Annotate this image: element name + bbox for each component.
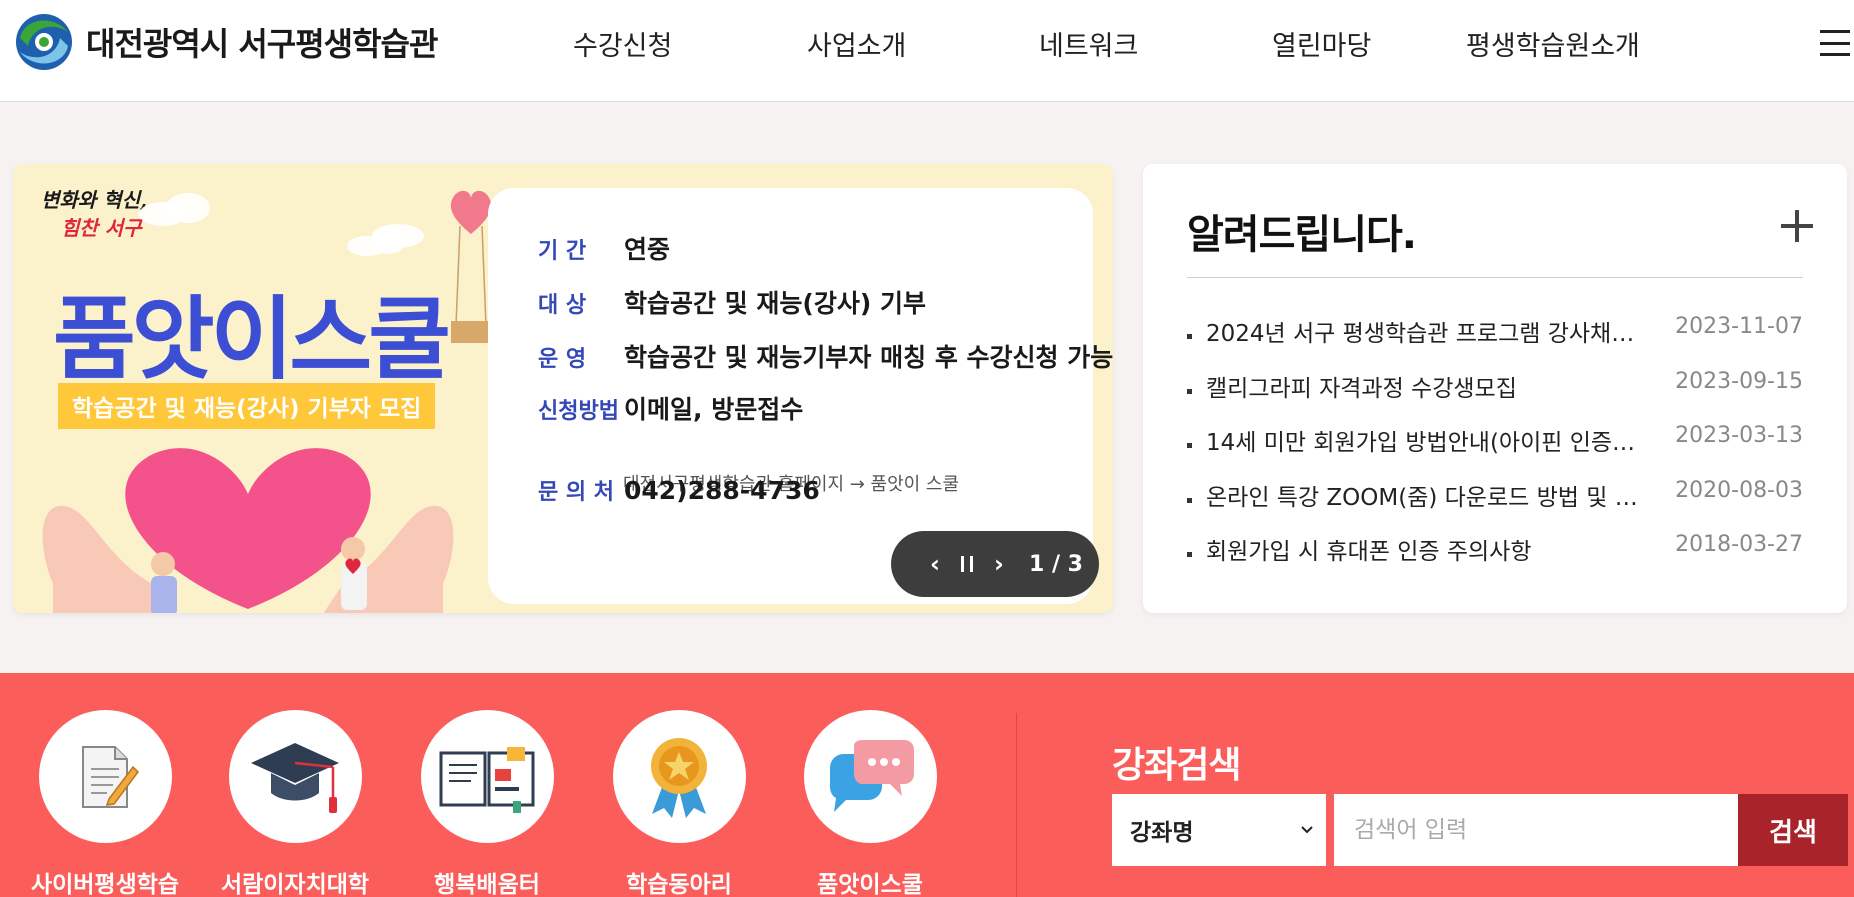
search-type-value: 강좌명 [1130,820,1194,846]
menu-icon[interactable] [1820,30,1850,56]
bullet-icon [1187,497,1192,503]
bullet-icon [1187,334,1192,339]
chevron-down-icon [1301,826,1313,834]
pause-icon[interactable] [951,548,983,580]
notice-item[interactable]: 회원가입 시 휴대폰 인증 주의사항 2018-03-27 [1187,532,1803,587]
quick-link-label: 서람이자치대학 [220,872,370,897]
nav-item-network[interactable]: 네트워크 [1039,24,1138,63]
document-icon [82,745,139,808]
notice-item-date: 2018-03-27 [1675,532,1803,557]
quick-link-pumasi-school[interactable]: 품앗이스쿨 [780,710,960,897]
promo-banner[interactable]: 변화와 혁신, 힘찬 서구 품앗이스쿨 학습공간 및 재능(강사) 기부자 모집… [13,164,1113,613]
bullet-icon [1187,552,1192,557]
notice-item-date: 2023-11-07 [1675,314,1803,339]
info-key: 문 의 처 [538,480,615,505]
info-value: 042)288-4736 [624,476,820,505]
slide-counter: 1 / 3 [1029,551,1083,577]
nav-item-business-intro[interactable]: 사업소개 [807,24,906,63]
more-plus-icon[interactable] [1779,208,1815,244]
info-value: 이메일, 방문접수 [624,395,804,424]
info-key: 대 상 [538,293,587,318]
notice-panel: 알려드립니다. 2024년 서구 평생학습관 프로그램 강사채용 공고 2023… [1143,164,1847,613]
band-divider [1016,713,1017,897]
notice-item-date: 2023-03-13 [1675,423,1803,448]
bullet-icon [1187,443,1192,448]
graduation-cap-icon [251,742,339,813]
notice-item-title: 온라인 특강 ZOOM(줌) 다운로드 방법 및 사용안내 [1206,484,1646,511]
course-search-title: 강좌검색 [1112,745,1241,786]
slider-controls: ‹ › 1 / 3 [891,531,1099,597]
info-key: 신청방법 [538,399,619,424]
quick-icon-circle [803,710,937,843]
info-row-contact: 문 의 처 042)288-4736 [538,474,820,506]
info-row-target: 대 상 학습공간 및 재능(강사) 기부 [538,284,926,320]
cloud-icon [139,193,210,226]
quick-link-cyber-learning[interactable]: 사이버평생학습 [15,710,195,897]
logo-text: 대전광역시 서구평생학습관 [86,25,438,63]
info-key: 기 간 [538,239,587,264]
quick-icon-circle [420,710,554,843]
quick-link-label: 행복배움터 [434,872,540,897]
info-row-operation: 운 영 학습공간 및 재능기부자 매칭 후 수강신청 가능 [538,338,1113,374]
search-type-select[interactable]: 강좌명 [1112,794,1326,866]
search-button[interactable]: 검색 [1738,794,1848,866]
notice-divider [1187,277,1803,278]
quick-menu-band: 사이버평생학습 서람이자치대학 행복배움터 학습동아리 품앗이스쿨 강좌검색 강… [0,673,1854,897]
notice-list: 2024년 서구 평생학습관 프로그램 강사채용 공고 2023-11-07 캘… [1187,314,1803,587]
quick-link-label: 학습동아리 [626,872,732,897]
prev-slide-icon[interactable]: ‹ [919,548,951,580]
hands-heart-illustration [42,448,454,613]
info-value: 연중 [624,235,671,264]
quick-icon-circle [612,710,746,843]
notice-item-date: 2023-09-15 [1675,368,1803,394]
notice-item[interactable]: 캘리그라피 자격과정 수강생모집 2023-09-15 [1187,369,1803,424]
info-row-period: 기 간 연중 [538,230,670,266]
notice-item-title: 캘리그라피 자격과정 수강생모집 [1206,375,1517,402]
quick-link-label: 품앗이스쿨 [817,872,923,897]
banner-slogan: 변화와 혁신, 힘찬 서구 [41,186,147,242]
notice-item-title: 회원가입 시 휴대폰 인증 주의사항 [1206,539,1532,565]
logo-swirl-icon [16,14,72,70]
quick-link-happy-learning[interactable]: 행복배움터 [397,710,577,897]
nav-item-about[interactable]: 평생학습원소개 [1466,24,1640,63]
medal-icon [651,737,707,818]
nav-item-open-forum[interactable]: 열린마당 [1272,24,1371,63]
quick-icon-circle [38,710,172,843]
site-header: 대전광역시 서구평생학습관 수강신청 사업소개 네트워크 열린마당 평생학습원소… [0,0,1854,102]
slogan-line-2: 힘찬 서구 [61,216,142,240]
banner-title: 품앗이스쿨 [53,287,451,392]
next-slide-icon[interactable]: › [983,548,1015,580]
info-row-application: 신청방법 이메일, 방문접수 [538,390,803,426]
info-value: 학습공간 및 재능(강사) 기부 [624,289,926,318]
cloud-icon [372,224,424,248]
search-input[interactable] [1334,794,1738,866]
notice-item[interactable]: 온라인 특강 ZOOM(줌) 다운로드 방법 및 사용안내 2020-08-03 [1187,478,1803,533]
chat-bubbles-icon [830,739,914,812]
info-value: 학습공간 및 재능기부자 매칭 후 수강신청 가능 [624,343,1113,372]
info-key: 운 영 [538,347,587,372]
notice-item-date: 2020-08-03 [1675,477,1803,503]
notice-item[interactable]: 2024년 서구 평생학습관 프로그램 강사채용 공고 2023-11-07 [1187,314,1803,369]
nav-item-course-registration[interactable]: 수강신청 [573,24,672,63]
notice-item-title: 2024년 서구 평생학습관 프로그램 강사채용 공고 [1206,321,1646,347]
slogan-line-1: 변화와 혁신, [41,188,147,212]
bullet-icon [1187,388,1192,394]
site-logo[interactable]: 대전광역시 서구평생학습관 [14,12,438,72]
quick-link-seoram-college[interactable]: 서람이자치대학 [205,710,385,897]
quick-link-study-club[interactable]: 학습동아리 [589,710,769,897]
quick-link-label: 사이버평생학습 [30,872,180,897]
notice-title: 알려드립니다. [1187,212,1417,258]
notice-item[interactable]: 14세 미만 회원가입 방법안내(아이핀 인증방법) 2023-03-13 [1187,423,1803,478]
notice-item-title: 14세 미만 회원가입 방법안내(아이핀 인증방법) [1206,430,1646,456]
open-book-icon [439,746,535,813]
quick-icon-circle [228,710,362,843]
